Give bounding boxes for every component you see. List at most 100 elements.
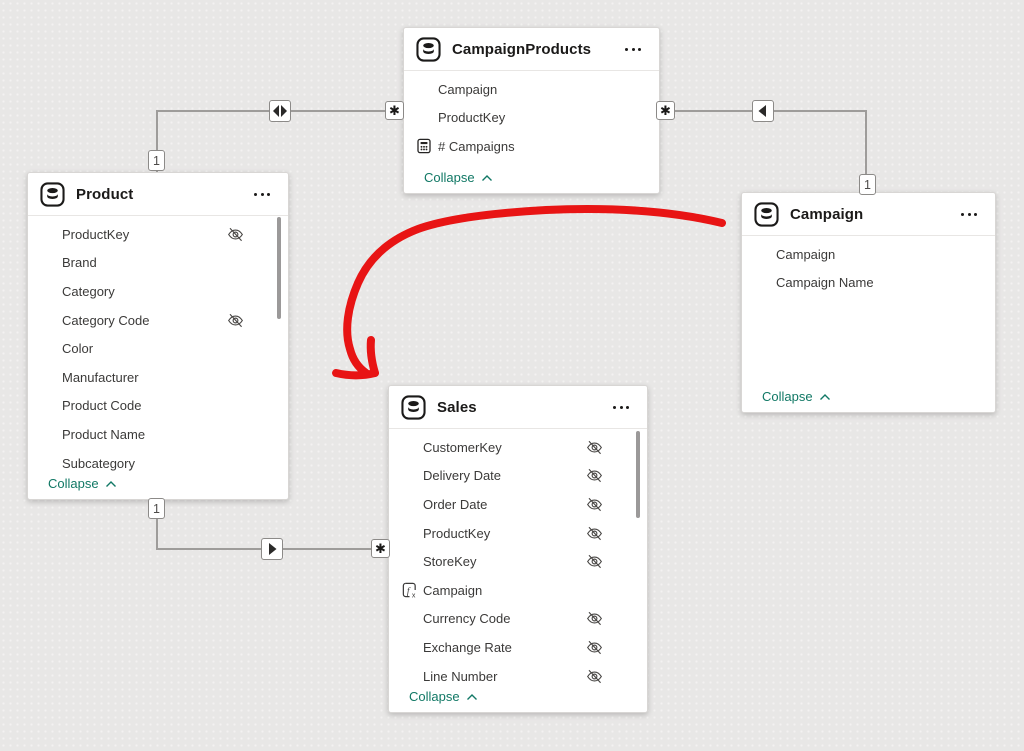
field-label: Order Date xyxy=(423,497,487,512)
cardinality-label: ✱ xyxy=(375,541,386,557)
field-row-campaign[interactable]: fx Campaign xyxy=(389,576,647,605)
cardinality-label: ✱ xyxy=(660,103,671,119)
field-label: Exchange Rate xyxy=(423,640,512,655)
field-row-color[interactable]: Color xyxy=(28,334,288,363)
hidden-eye-icon[interactable] xyxy=(585,524,604,543)
hidden-eye-icon[interactable] xyxy=(226,225,245,244)
field-row-manufacturer[interactable]: Manufacturer xyxy=(28,363,288,392)
hidden-eye-icon[interactable] xyxy=(585,495,604,514)
field-label: ProductKey xyxy=(62,227,129,242)
table-title: Campaign xyxy=(790,206,959,223)
field-row-order-date[interactable]: Order Date xyxy=(389,490,647,519)
hidden-eye-icon[interactable] xyxy=(585,609,604,628)
hidden-eye-icon[interactable] xyxy=(585,638,604,657)
field-list: CustomerKeyDelivery Date Order Date Produc… xyxy=(389,429,647,684)
field-row-delivery-date[interactable]: Delivery Date xyxy=(389,462,647,491)
hidden-eye-icon[interactable] xyxy=(226,311,245,330)
cardinality-many-marker[interactable]: ✱ xyxy=(385,101,404,120)
field-row-brand[interactable]: Brand xyxy=(28,249,288,278)
model-canvas[interactable]: CampaignProducts Campaign ProductKey # Cam… xyxy=(0,0,1024,751)
field-row-customerkey[interactable]: CustomerKey xyxy=(389,433,647,462)
table-title: CampaignProducts xyxy=(452,41,623,58)
table-header[interactable]: Sales xyxy=(389,386,647,429)
collapse-button[interactable]: Collapse xyxy=(404,165,659,189)
filter-direction-right-icon[interactable] xyxy=(261,538,283,560)
collapse-label: Collapse xyxy=(424,170,475,185)
table-database-icon xyxy=(754,202,779,227)
calculated-column-icon: fx xyxy=(401,582,418,599)
cardinality-one-marker[interactable]: 1 xyxy=(148,498,165,519)
field-label: Product Name xyxy=(62,427,145,442)
cardinality-label: ✱ xyxy=(389,103,400,119)
table-card-campaign[interactable]: Campaign Campaign Campaign Name Collapse xyxy=(741,192,996,413)
field-label: Campaign Name xyxy=(776,275,874,290)
cardinality-label: 1 xyxy=(153,502,160,516)
field-label: # Campaigns xyxy=(438,139,515,154)
svg-text:x: x xyxy=(412,592,416,599)
collapse-label: Collapse xyxy=(409,689,460,704)
field-row-campaign[interactable]: Campaign xyxy=(742,240,995,269)
hidden-eye-icon[interactable] xyxy=(585,438,604,457)
table-card-campaignproducts[interactable]: CampaignProducts Campaign ProductKey # Cam… xyxy=(403,27,660,194)
measure-calculator-icon xyxy=(416,138,432,154)
field-label: Manufacturer xyxy=(62,370,139,385)
table-scrollbar[interactable] xyxy=(636,431,640,518)
more-options-icon[interactable] xyxy=(611,402,631,413)
filter-direction-left-icon[interactable] xyxy=(752,100,774,122)
more-options-icon[interactable] xyxy=(959,209,979,220)
chevron-up-icon xyxy=(481,174,493,182)
field-row-currency-code[interactable]: Currency Code xyxy=(389,605,647,634)
field-list: ProductKey Brand CategoryCategory CodeColo… xyxy=(28,216,288,471)
collapse-button[interactable]: Collapse xyxy=(742,384,995,408)
table-card-product[interactable]: Product ProductKey Brand CategoryCategory … xyxy=(27,172,289,500)
table-header[interactable]: Campaign xyxy=(742,193,995,236)
field-row-category[interactable]: Category xyxy=(28,277,288,306)
field-row-product-name[interactable]: Product Name xyxy=(28,420,288,449)
table-database-icon xyxy=(401,395,426,420)
filter-direction-both-icon[interactable] xyxy=(269,100,291,122)
table-header[interactable]: Product xyxy=(28,173,288,216)
field-label: StoreKey xyxy=(423,554,476,569)
table-card-sales[interactable]: Sales CustomerKeyDelivery Date Order Date… xyxy=(388,385,648,713)
cardinality-many-marker[interactable]: ✱ xyxy=(656,101,675,120)
chevron-up-icon xyxy=(819,393,831,401)
hidden-eye-icon[interactable] xyxy=(585,667,604,684)
field-row-storekey[interactable]: StoreKey xyxy=(389,547,647,576)
more-options-icon[interactable] xyxy=(623,44,643,55)
field-row-campaign[interactable]: Campaign xyxy=(404,75,659,104)
table-title: Product xyxy=(76,186,252,203)
field-label: Campaign xyxy=(438,82,497,97)
table-scrollbar[interactable] xyxy=(277,217,281,319)
field-row--campaigns[interactable]: # Campaigns xyxy=(404,132,659,161)
more-options-icon[interactable] xyxy=(252,189,272,200)
field-label: ProductKey xyxy=(423,526,490,541)
cardinality-one-marker[interactable]: 1 xyxy=(859,174,876,195)
cardinality-label: 1 xyxy=(864,178,871,192)
cardinality-many-marker[interactable]: ✱ xyxy=(371,539,390,558)
field-row-category-code[interactable]: Category Code xyxy=(28,306,288,335)
table-header[interactable]: CampaignProducts xyxy=(404,28,659,71)
collapse-button[interactable]: Collapse xyxy=(28,471,288,495)
cardinality-one-marker[interactable]: 1 xyxy=(148,150,165,171)
table-title: Sales xyxy=(437,399,611,416)
field-row-line-number[interactable]: Line Number xyxy=(389,662,647,684)
collapse-button[interactable]: Collapse xyxy=(389,684,647,708)
field-row-productkey[interactable]: ProductKey xyxy=(404,104,659,133)
field-label: Brand xyxy=(62,255,97,270)
field-list: Campaign Campaign Name xyxy=(742,236,995,384)
hidden-eye-icon[interactable] xyxy=(585,552,604,571)
cardinality-label: 1 xyxy=(153,154,160,168)
field-row-product-code[interactable]: Product Code xyxy=(28,392,288,421)
field-list: Campaign ProductKey # Campaigns xyxy=(404,71,659,165)
field-row-productkey[interactable]: ProductKey xyxy=(389,519,647,548)
hidden-eye-icon[interactable] xyxy=(585,466,604,485)
chevron-up-icon xyxy=(105,480,117,488)
field-row-exchange-rate[interactable]: Exchange Rate xyxy=(389,633,647,662)
field-row-campaign-name[interactable]: Campaign Name xyxy=(742,269,995,298)
field-label: Campaign xyxy=(423,583,482,598)
collapse-label: Collapse xyxy=(48,476,99,491)
svg-text:f: f xyxy=(407,586,411,597)
field-row-productkey[interactable]: ProductKey xyxy=(28,220,288,249)
field-label: Line Number xyxy=(423,669,497,684)
field-row-subcategory[interactable]: Subcategory xyxy=(28,449,288,471)
